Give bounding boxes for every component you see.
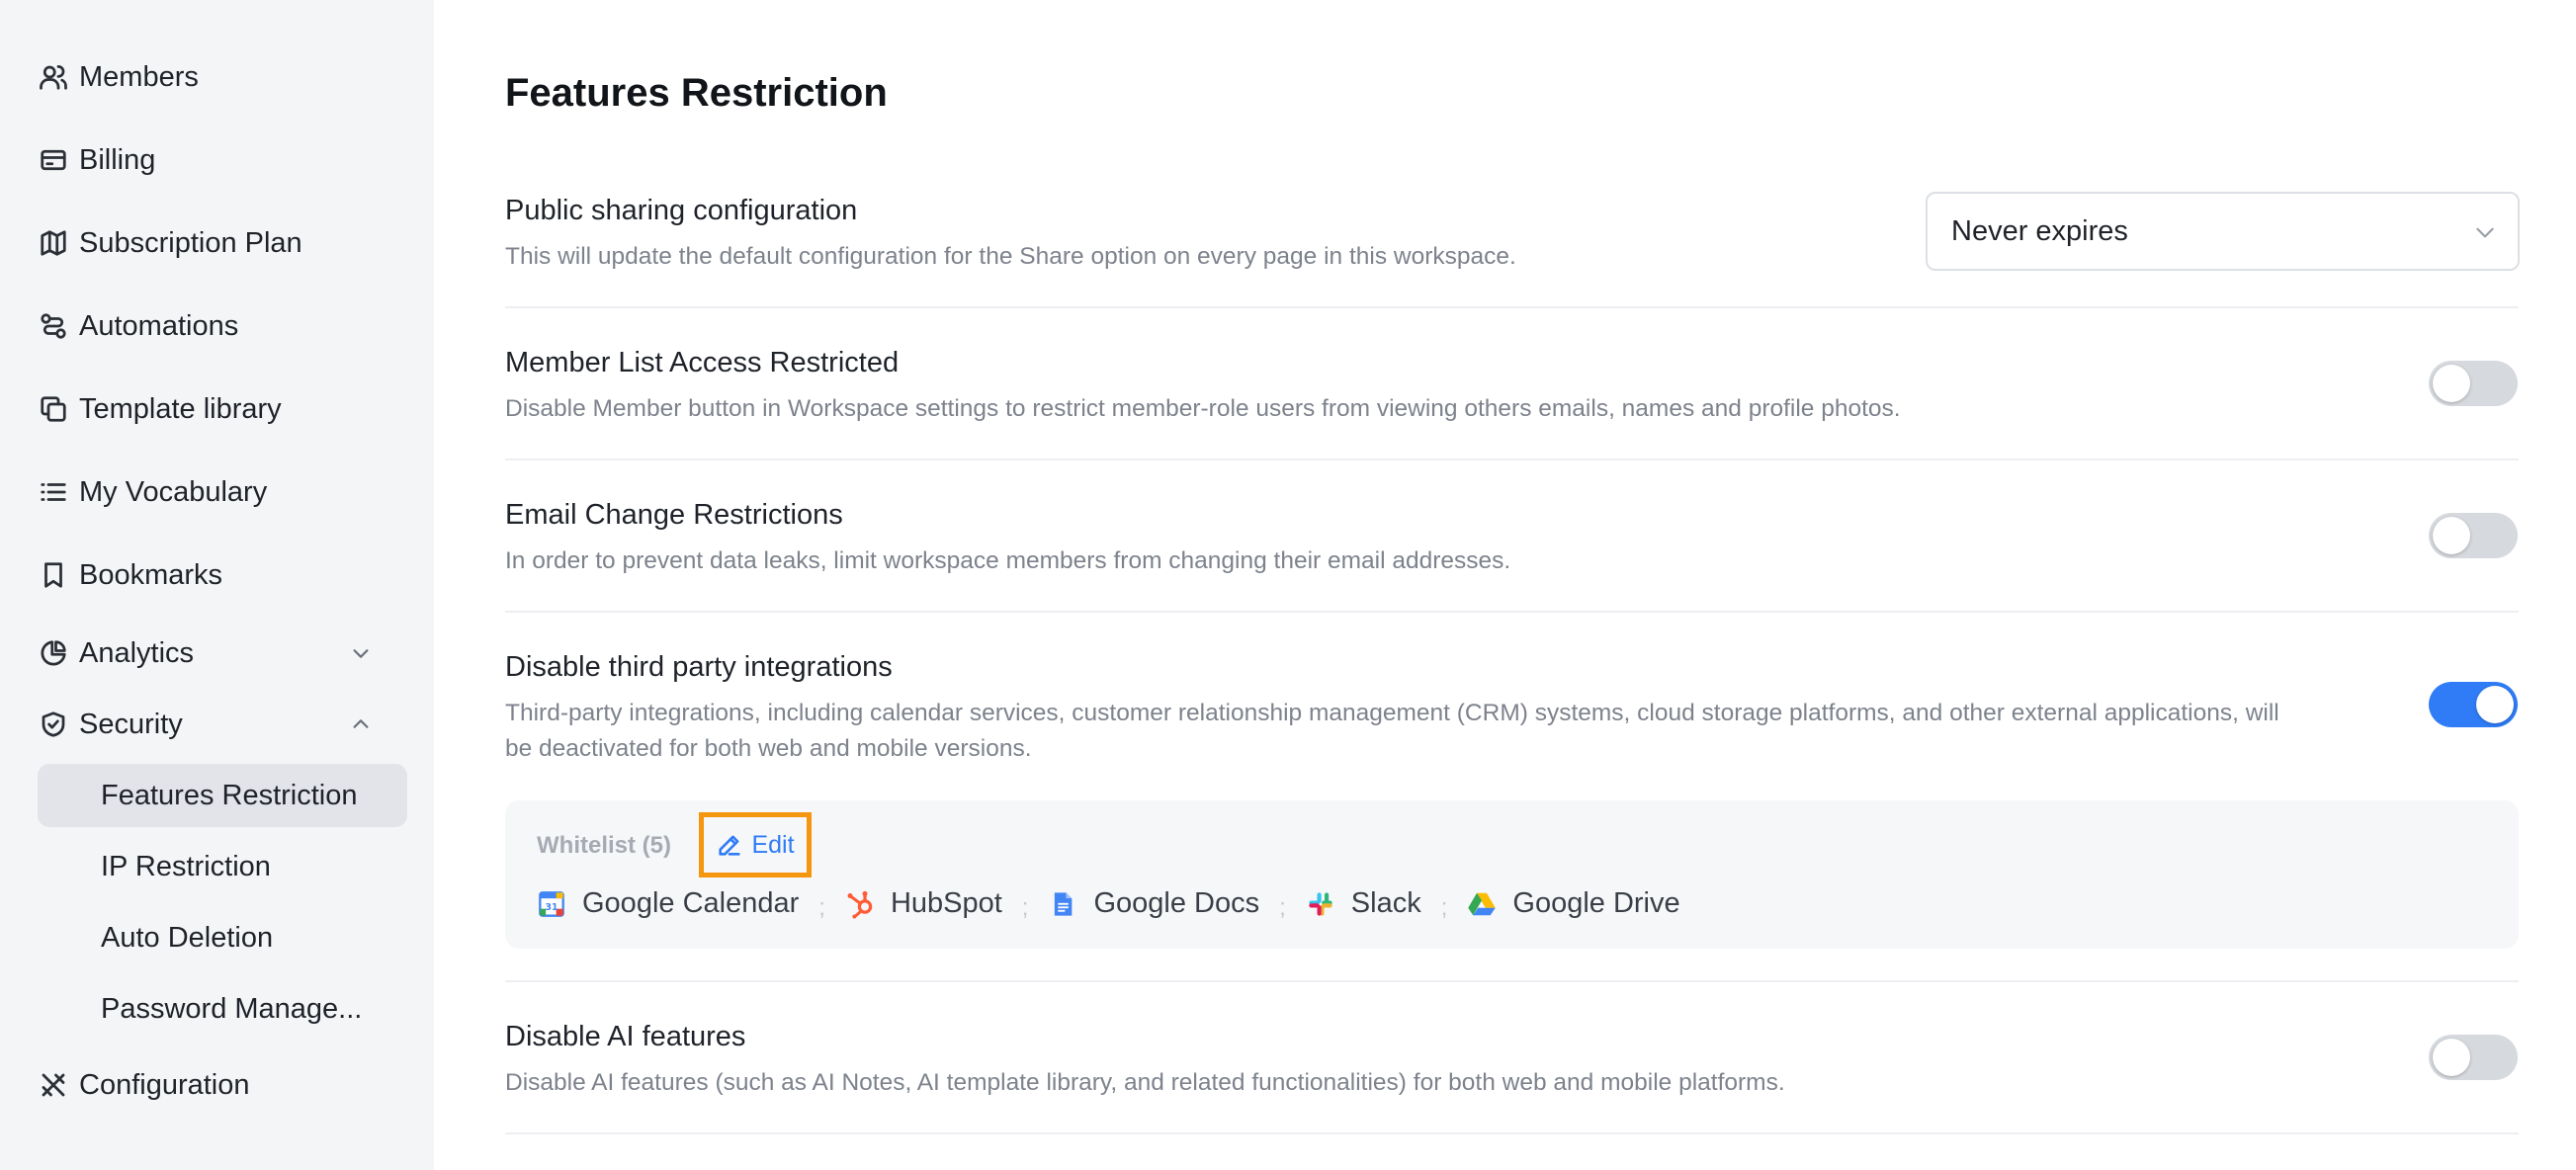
sidebar-item-billing[interactable]: Billing [38,134,155,186]
shield-check-icon [38,709,69,740]
divider [505,306,2519,308]
sidebar-subitem-password-manager[interactable]: Password Manage... [38,977,407,1041]
sidebar-subitem-label: Auto Deletion [101,921,274,954]
divider [505,1132,2519,1134]
whitelist-items: 31 Google Calendar ; HubSpot ; Google Do… [537,887,1680,921]
sidebar-subitem-label: Password Manage... [101,992,363,1025]
hubspot-icon [845,889,875,919]
divider [505,611,2519,613]
google-drive-icon [1467,889,1497,919]
sidebar-item-label: Billing [79,143,156,176]
chevron-down-icon[interactable] [346,638,376,668]
whitelist-item-name: HubSpot [890,887,1002,919]
toggle-knob [2476,686,2514,723]
separator: ; [1440,893,1448,921]
member-list-description: Disable Member button in Workspace setti… [505,395,1901,422]
slack-icon [1306,889,1335,919]
toggle-knob [2433,365,2470,402]
sidebar-item-template-library[interactable]: Template library [38,383,282,435]
sidebar-subitem-label: Features Restriction [101,779,358,811]
chevron-up-icon[interactable] [346,710,376,739]
main-content: Features Restriction Public sharing conf… [434,0,2576,1170]
email-change-title: Email Change Restrictions [505,499,843,531]
divider [505,459,2519,460]
toggle-knob [2433,517,2470,554]
google-calendar-icon: 31 [537,889,566,919]
member-list-title: Member List Access Restricted [505,347,900,378]
sidebar-item-label: Members [79,60,199,93]
copy-icon [38,393,69,425]
google-docs-icon [1048,889,1077,919]
whitelist-item-slack: Slack [1306,887,1421,920]
credit-card-icon [38,144,69,176]
ai-features-title: Disable AI features [505,1021,746,1052]
sidebar-item-configuration[interactable]: Configuration [38,1059,250,1111]
sidebar-item-bookmarks[interactable]: Bookmarks [38,549,222,601]
sidebar-item-label: Template library [79,392,282,425]
third-party-toggle[interactable] [2429,682,2518,727]
sidebar-item-label: Configuration [79,1068,250,1101]
public-sharing-description: This will update the default configurati… [505,243,1516,270]
svg-text:31: 31 [546,901,558,912]
whitelist-label: Whitelist (5) [537,832,671,859]
email-change-toggle[interactable] [2429,513,2518,558]
public-sharing-title: Public sharing configuration [505,195,858,226]
divider [505,980,2519,982]
whitelist-item-name: Google Drive [1512,887,1680,919]
toggle-knob [2433,1039,2470,1076]
users-icon [38,61,69,93]
bookmark-icon [38,559,69,591]
sidebar-subitem-features-restriction[interactable]: Features Restriction [38,764,407,827]
chevron-down-icon [2472,219,2498,245]
ai-features-description: Disable AI features (such as AI Notes, A… [505,1069,1785,1096]
sidebar-item-label: Subscription Plan [79,226,302,259]
whitelist-item-hubspot: HubSpot [845,887,1002,920]
list-icon [38,476,69,508]
sidebar-item-label: Bookmarks [79,558,223,591]
sidebar-item-label: Analytics [79,636,195,669]
whitelist-item-name: Google Calendar [582,887,800,919]
select-value: Never expires [1951,214,2128,247]
edit-label: Edit [751,830,795,859]
sidebar-item-members[interactable]: Members [38,51,199,103]
whitelist-item-name: Slack [1350,887,1421,919]
page-title: Features Restriction [505,71,888,115]
sidebar-item-subscription-plan[interactable]: Subscription Plan [38,217,302,269]
ai-features-toggle[interactable] [2429,1035,2518,1080]
sidebar-item-automations[interactable]: Automations [38,300,238,352]
sidebar-item-my-vocabulary[interactable]: My Vocabulary [38,466,267,518]
tools-icon [38,1069,69,1101]
whitelist-item-google-docs: Google Docs [1048,887,1259,920]
sidebar-item-label: Automations [79,309,239,342]
edit-whitelist-button[interactable]: Edit [699,812,812,878]
email-change-description: In order to prevent data leaks, limit wo… [505,547,1511,574]
sidebar: Members Billing Subscription Plan Automa… [0,0,434,1170]
route-icon [38,310,69,342]
sidebar-item-label: My Vocabulary [79,475,268,508]
whitelist-item-name: Google Docs [1093,887,1260,919]
third-party-description-line2: be deactivated for both web and mobile v… [505,735,1032,762]
member-list-toggle[interactable] [2429,361,2518,406]
map-icon [38,227,69,259]
whitelist-item-google-drive: Google Drive [1467,887,1680,920]
separator: ; [1279,893,1286,921]
sidebar-item-label: Security [79,708,183,740]
sidebar-subitem-ip-restriction[interactable]: IP Restriction [38,835,407,898]
third-party-description-line1: Third-party integrations, including cale… [505,700,2279,726]
sidebar-item-analytics[interactable]: Analytics [38,627,194,679]
whitelist-panel: Whitelist (5) Edit 31 Google Calendar ; … [505,800,2519,949]
third-party-title: Disable third party integrations [505,651,893,683]
pencil-icon [719,835,741,856]
sidebar-item-security[interactable]: Security [38,699,183,750]
separator: ; [818,893,825,921]
sidebar-subitem-auto-deletion[interactable]: Auto Deletion [38,906,407,969]
sidebar-subitem-label: IP Restriction [101,850,271,882]
whitelist-item-google-calendar: 31 Google Calendar [537,887,799,920]
separator: ; [1021,893,1029,921]
public-sharing-select[interactable]: Never expires [1926,192,2520,271]
pie-chart-icon [38,637,69,669]
